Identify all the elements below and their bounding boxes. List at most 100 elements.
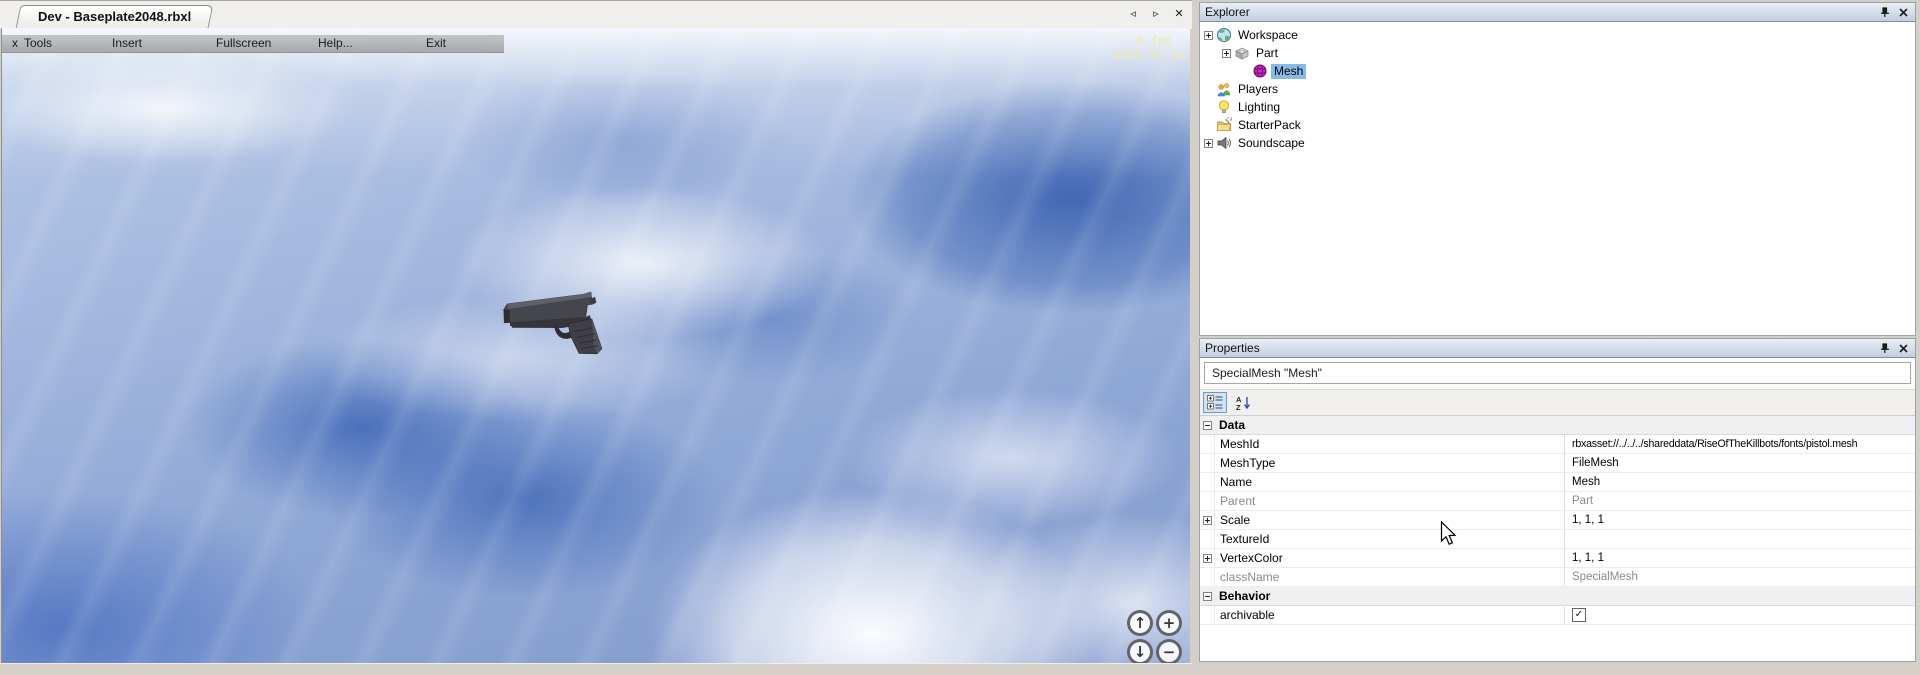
pan-down-button[interactable]: ↓ (1127, 639, 1153, 663)
plus-icon: + (1163, 616, 1176, 631)
mesh-sphere-icon (1252, 63, 1268, 79)
property-value-name[interactable]: Mesh (1564, 473, 1915, 491)
menu-item-fullscreen[interactable]: Fullscreen (216, 36, 271, 50)
property-gutter (1200, 511, 1215, 529)
expander-plus-icon[interactable] (1222, 49, 1231, 58)
property-row-name: NameMesh (1200, 473, 1915, 492)
document-tab[interactable]: Dev - Baseplate2048.rbxl (18, 5, 211, 28)
property-name: Name (1215, 475, 1564, 489)
expander-minus-icon[interactable] (1203, 421, 1212, 430)
selection-box-wrap: SpecialMesh "Mesh" (1200, 358, 1915, 390)
alphabetical-sort-button[interactable]: A Z (1231, 392, 1255, 413)
zoom-out-button[interactable]: − (1156, 639, 1182, 663)
property-row-meshid: MeshIdrbxasset://../../../shareddata/Ris… (1200, 435, 1915, 454)
property-gutter (1200, 454, 1215, 472)
property-name: VertexColor (1215, 551, 1564, 565)
property-value-classname: SpecialMesh (1564, 568, 1915, 586)
tree-item-label: Lighting (1235, 100, 1283, 115)
explorer-panel: Explorer WorkspacePart Mesh Players Lightin… (1199, 2, 1916, 336)
frame-time-counter: 2009.91 ms (1114, 48, 1186, 62)
lighting-bulb-icon (1216, 99, 1232, 115)
menu-item-exit[interactable]: Exit (426, 36, 446, 50)
property-value-textureid[interactable] (1564, 530, 1915, 548)
game-window: Dev - Baseplate2048.rbxl ◃ ▹ ✕ x Tools Ins… (0, 0, 1192, 664)
property-value-archivable[interactable]: ✓ (1564, 606, 1915, 624)
tree-item-label: Soundscape (1235, 136, 1308, 151)
properties-body: SpecialMesh "Mesh" A (1199, 358, 1916, 662)
camera-nav-pad: ↑ + ↓ − (1127, 610, 1182, 663)
property-section-behavior[interactable]: Behavior (1200, 587, 1915, 606)
explorer-header: Explorer (1199, 2, 1916, 22)
pin-icon[interactable] (1877, 6, 1891, 19)
property-gutter (1200, 435, 1215, 453)
property-value-vertexcolor[interactable]: 1, 1, 1 (1564, 549, 1915, 567)
close-icon[interactable] (1896, 6, 1910, 19)
property-value-scale[interactable]: 1, 1, 1 (1564, 511, 1915, 529)
property-row-meshtype: MeshTypeFileMesh (1200, 454, 1915, 473)
selected-object-combobox[interactable]: SpecialMesh "Mesh" (1204, 362, 1911, 384)
section-label: Data (1214, 418, 1563, 432)
viewport-3d[interactable]: x Tools Insert Fullscreen Help... Exit 0 fps … (1, 28, 1190, 663)
tab-scroll-right-icon[interactable]: ▹ (1149, 6, 1163, 20)
expander-plus-icon[interactable] (1203, 516, 1212, 525)
property-section-data[interactable]: Data (1200, 416, 1915, 435)
tree-item-workspace[interactable]: Workspace (1200, 26, 1915, 44)
property-value-meshid[interactable]: rbxasset://../../../shareddata/RiseOfThe… (1564, 435, 1915, 453)
roblox-studio-window: Dev - Baseplate2048.rbxl ◃ ▹ ✕ x Tools Ins… (0, 0, 1920, 675)
minus-icon: − (1163, 645, 1176, 660)
tab-bar: Dev - Baseplate2048.rbxl ◃ ▹ ✕ (0, 0, 1192, 29)
property-row-textureid: TextureId (1200, 530, 1915, 549)
menubar-close-icon[interactable]: x (12, 36, 18, 50)
arrow-down-icon: ↓ (1134, 645, 1147, 660)
soundscape-speaker-icon (1216, 135, 1232, 151)
tree-item-lighting[interactable]: Lighting (1200, 98, 1915, 116)
tree-item-part[interactable]: Part (1200, 44, 1915, 62)
property-row-classname: classNameSpecialMesh (1200, 568, 1915, 587)
property-row-archivable: archivable ✓ (1200, 606, 1915, 625)
categorized-view-button[interactable] (1203, 392, 1227, 413)
arrow-up-icon: ↑ (1134, 616, 1147, 631)
tree-item-label: Players (1235, 82, 1281, 97)
property-gutter (1200, 606, 1215, 624)
properties-toolbar: A Z (1200, 390, 1915, 416)
property-value-meshtype[interactable]: FileMesh (1564, 454, 1915, 472)
tab-scroll-left-icon[interactable]: ◃ (1126, 6, 1140, 20)
property-name: MeshId (1215, 437, 1564, 451)
explorer-tree: WorkspacePart Mesh Players Lighting StarterP… (1199, 22, 1916, 336)
starterpack-folder-icon (1216, 117, 1232, 133)
tree-item-label: Workspace (1235, 28, 1301, 43)
expander-plus-icon[interactable] (1203, 554, 1212, 563)
properties-header: Properties (1199, 338, 1916, 358)
tree-item-label: Mesh (1271, 64, 1306, 79)
pan-up-button[interactable]: ↑ (1127, 610, 1153, 636)
property-name: className (1215, 570, 1564, 584)
menu-item-tools[interactable]: Tools (24, 36, 52, 50)
property-row-vertexcolor: VertexColor1, 1, 1 (1200, 549, 1915, 568)
expander-plus-icon[interactable] (1204, 31, 1213, 40)
tree-item-label: StarterPack (1235, 118, 1304, 133)
tree-item-soundscape[interactable]: Soundscape (1200, 134, 1915, 152)
tab-bar-controls: ◃ ▹ ✕ (1126, 6, 1186, 20)
performance-stats: 0 fps 2009.91 ms (1114, 34, 1186, 62)
property-name: archivable (1215, 608, 1564, 622)
tree-item-players[interactable]: Players (1200, 80, 1915, 98)
property-row-parent: ParentPart (1200, 492, 1915, 511)
expander-plus-icon[interactable] (1204, 139, 1213, 148)
property-gutter (1200, 568, 1215, 586)
tree-item-starterpack[interactable]: StarterPack (1200, 116, 1915, 134)
zoom-in-button[interactable]: + (1156, 610, 1182, 636)
tab-close-icon[interactable]: ✕ (1172, 6, 1186, 20)
close-icon[interactable] (1896, 342, 1910, 355)
pistol-mesh-render[interactable] (502, 288, 624, 360)
section-label: Behavior (1214, 589, 1563, 603)
expander-minus-icon[interactable] (1203, 592, 1212, 601)
property-value-parent: Part (1564, 492, 1915, 510)
checkbox-checked-icon[interactable]: ✓ (1572, 608, 1586, 622)
menu-item-insert[interactable]: Insert (112, 36, 142, 50)
pin-icon[interactable] (1877, 342, 1891, 355)
properties-panel: Properties SpecialMesh "Mesh" (1199, 338, 1916, 662)
tree-item-mesh[interactable]: Mesh (1200, 62, 1915, 80)
explorer-title: Explorer (1205, 5, 1250, 19)
fps-counter: 0 fps (1114, 34, 1186, 48)
menu-item-help[interactable]: Help... (318, 36, 353, 50)
